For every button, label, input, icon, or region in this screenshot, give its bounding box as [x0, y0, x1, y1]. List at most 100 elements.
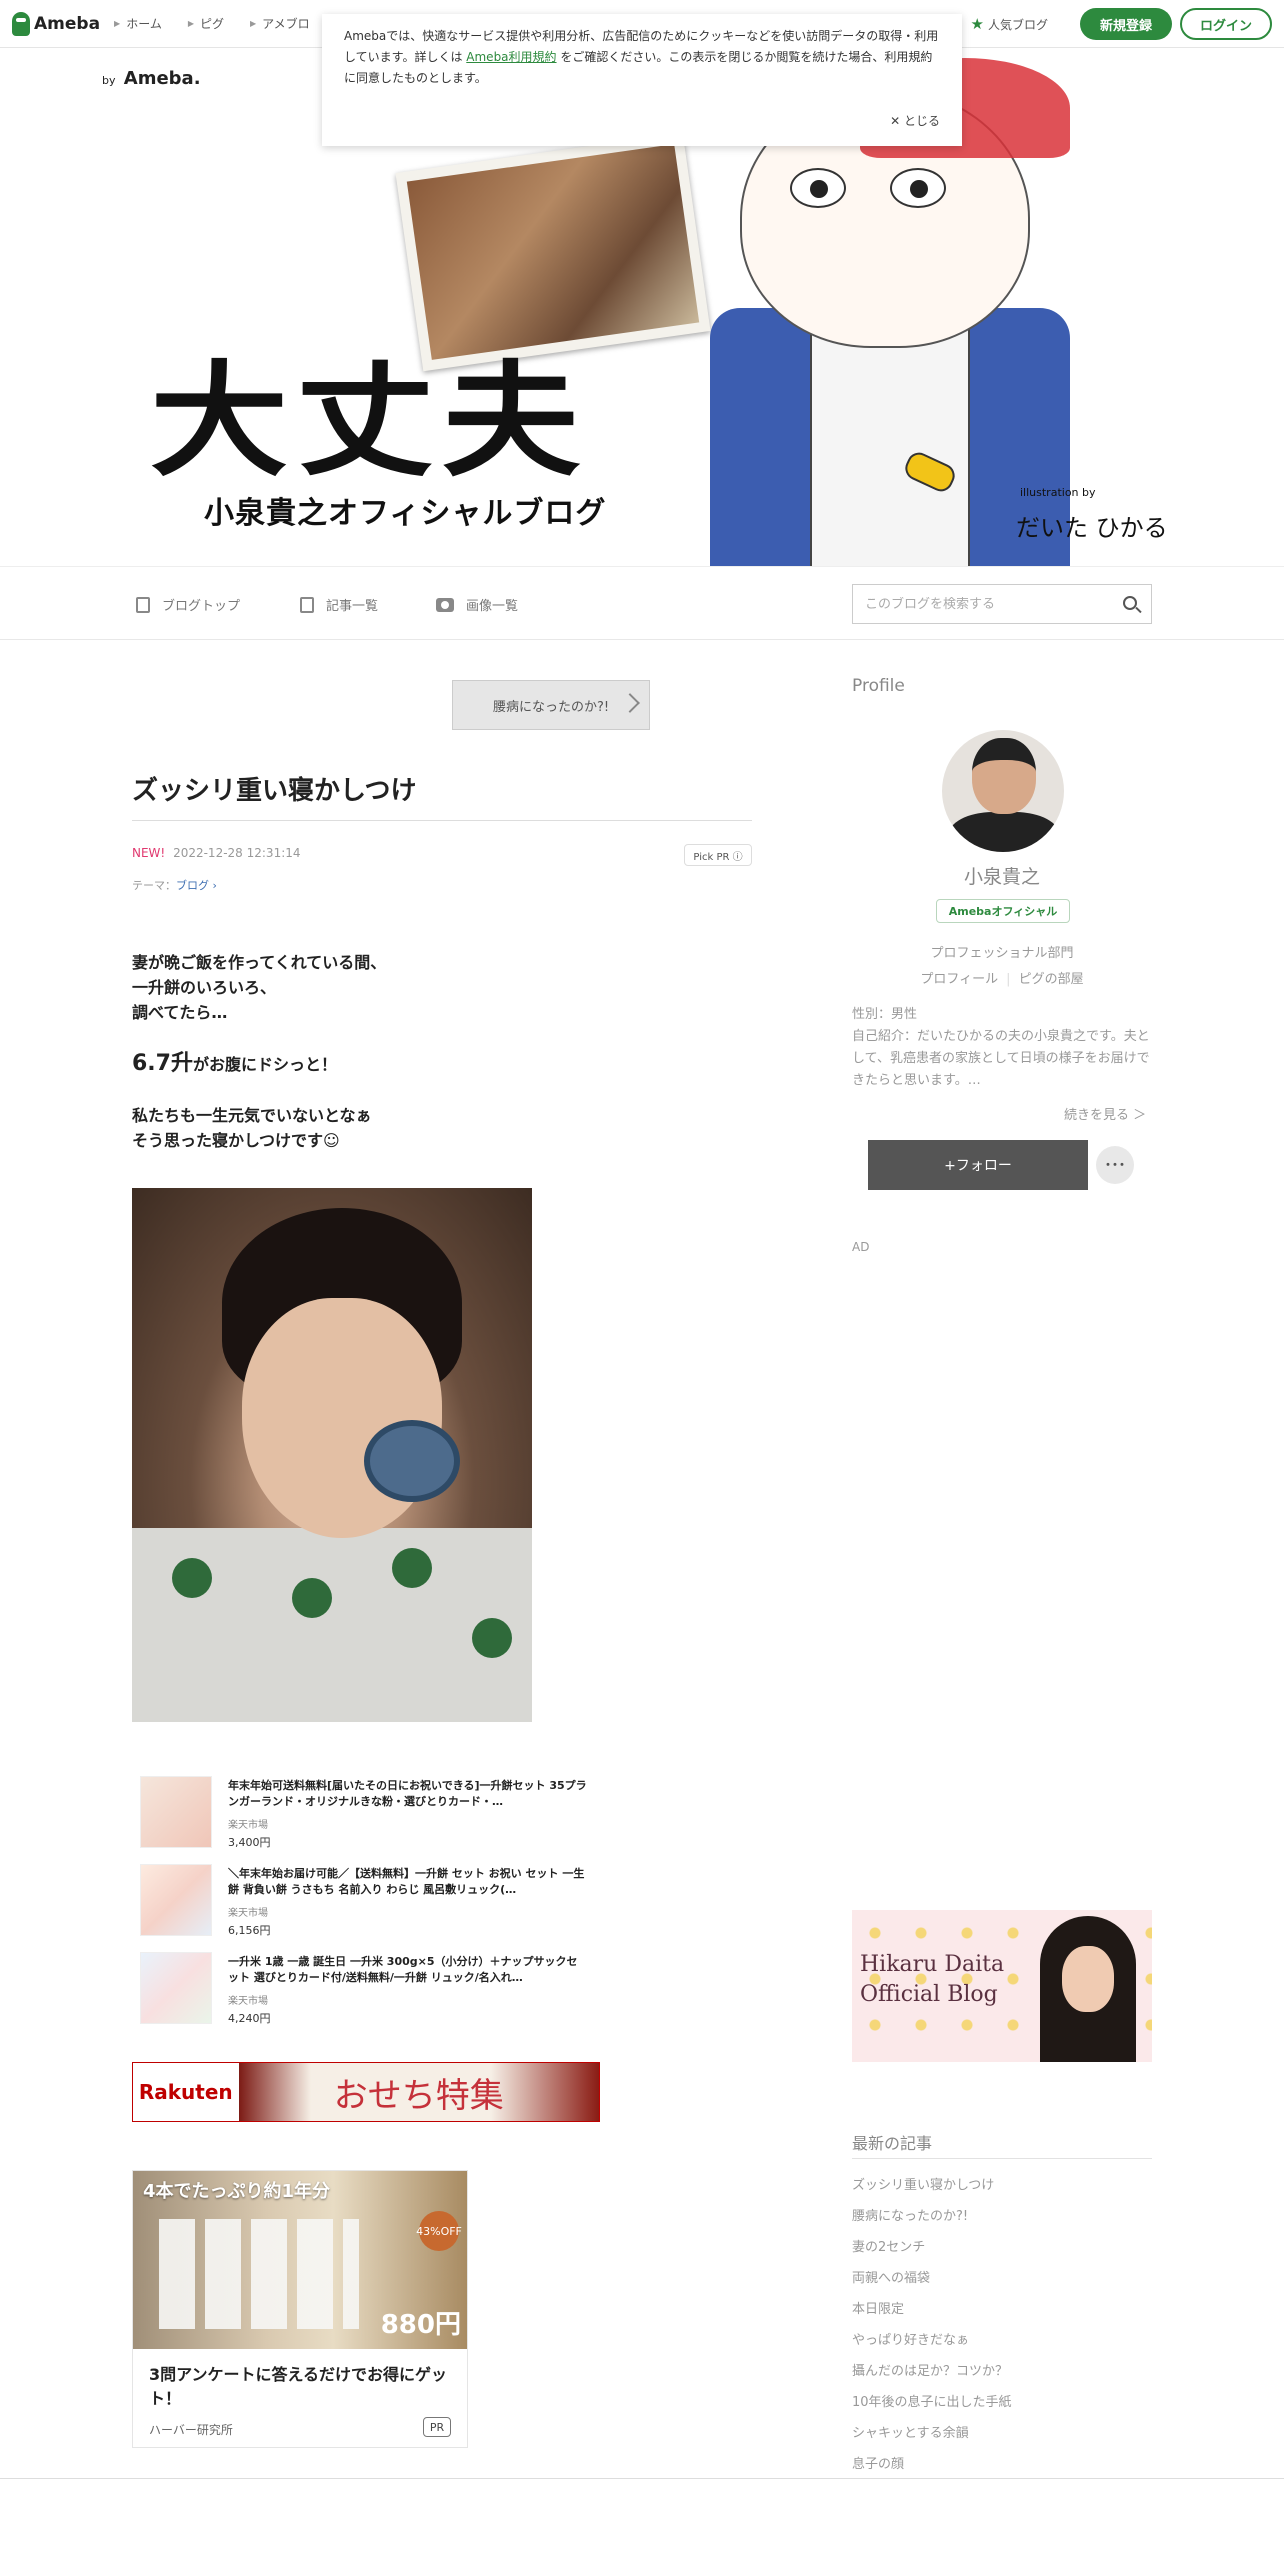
latest-entry-link[interactable]: 攝んだのは足か？コツか？ [852, 2356, 1152, 2387]
ad-image: 4本でたっぷり約1年分 43%OFF 880円 [133, 2171, 467, 2349]
latest-entries-list: ズッシリ重い寝かしつけ 腰病になったのか?! 妻の2センチ 両親への福袋 本日限… [852, 2170, 1152, 2480]
entry-list-link[interactable]: 記事一覧 [300, 595, 378, 614]
divider [132, 820, 752, 821]
latest-entry-link[interactable]: 息子の顔 [852, 2449, 1152, 2480]
chevron-right-icon [620, 693, 640, 713]
previous-entry-button[interactable]: 腰病になったのか?! [452, 680, 650, 730]
entry-title[interactable]: ズッシリ重い寝かしつけ [132, 770, 416, 807]
baby-photo[interactable] [132, 1188, 532, 1722]
nav-pigg-label: ピグ [200, 17, 225, 31]
nav-home[interactable]: ▶ ホーム [114, 15, 162, 32]
header-actions: ★ 人気ブログ 新規登録 ログイン [971, 8, 1272, 40]
hikaru-daita-blog-banner[interactable]: Hikaru Daita Official Blog [852, 1910, 1152, 2062]
product-thumbnail [140, 1952, 212, 2024]
search-icon[interactable] [1123, 596, 1137, 610]
profile-link[interactable]: プロフィール [920, 972, 998, 987]
profile-gender: 性別：男性 [852, 1007, 918, 1022]
profile-links: プロフィール | ピグの部屋 [920, 972, 1084, 987]
theme-link[interactable]: ブログ › [176, 879, 217, 892]
blog-search [852, 584, 1152, 624]
image-list-link[interactable]: 画像一覧 [436, 595, 518, 614]
avatar[interactable] [942, 730, 1064, 852]
divider [852, 2158, 1152, 2159]
popular-label: 人気ブログ [987, 17, 1048, 32]
rakuten-osechi-banner[interactable]: Rakuten おせち特集 [132, 2062, 600, 2122]
close-icon: ✕ [890, 114, 904, 128]
triangle-icon: ▶ [114, 19, 121, 28]
cookie-close-button[interactable]: ✕ とじる [890, 111, 940, 132]
product-list: 年末年始可送料無料[届いたその日にお祝いできる]一升餅セット 35プランガーラン… [132, 1770, 592, 2034]
latest-entry-link[interactable]: やっぱり好きだなぁ [852, 2325, 1152, 2356]
crown-icon: ★ [970, 15, 984, 33]
nav-ameblo[interactable]: ▶ アメブロ [250, 15, 310, 32]
latest-entry-link[interactable]: 10年後の息子に出した手紙 [852, 2387, 1152, 2418]
blog-top-label: ブログトップ [162, 599, 241, 614]
latest-entry-link[interactable]: 本日限定 [852, 2294, 1152, 2325]
product-price: 4,240円 [228, 2012, 271, 2025]
text-line: そう思った寝かしつけです☺ [132, 1131, 340, 1150]
blog-top-link[interactable]: ブログトップ [136, 595, 240, 614]
blog-search-input[interactable] [853, 596, 1103, 612]
latest-entry-link[interactable]: 妻の2センチ [852, 2232, 1152, 2263]
product-price: 6,156円 [228, 1924, 271, 1937]
by-label: by [102, 74, 116, 87]
text-line: 一升餅のいろいろ、 [132, 978, 277, 997]
terms-link[interactable]: Ameba利用規約 [466, 50, 556, 64]
paragraph: 6.7升がお腹にドシっと！ [132, 1051, 752, 1077]
latest-entry-link[interactable]: シャキッとする余韻 [852, 2418, 1152, 2449]
discount-badge: 43%OFF [416, 2211, 462, 2251]
hikaru-banner-line-1: Hikaru Daita [860, 1952, 1005, 1977]
illustration-credit: illustration by [1020, 486, 1096, 499]
profile-department[interactable]: プロフェッショナル部門 [852, 942, 1152, 961]
ad-text: 3問アンケートに答えるだけでお得にゲット！ [149, 2365, 448, 2408]
profile-info: 性別：男性 自己紹介：だいたひかるの夫の小泉貴之です。夫として、乳癌患者の家族と… [852, 1004, 1152, 1092]
entry-meta: NEW! 2022-12-28 12:31:14 [132, 846, 301, 860]
register-button[interactable]: 新規登録 [1080, 8, 1172, 40]
ameba-mascot-icon [12, 11, 30, 36]
official-badge: Amebaオフィシャル [936, 899, 1070, 923]
by-ameba-logo: by Ameba. [102, 68, 201, 89]
popular-blogs-link[interactable]: ★ 人気ブログ [971, 15, 1048, 33]
blog-nav: ブログトップ 記事一覧 画像一覧 [0, 566, 1284, 640]
footer-divider [0, 2478, 1284, 2479]
cookie-notice: Amebaでは、快適なサービス提供や利用分析、広告配信のためにクッキーなどを使い… [322, 14, 962, 146]
theme-label: テーマ： [132, 879, 176, 892]
profile-name[interactable]: 小泉貴之 [852, 862, 1152, 889]
latest-entry-link[interactable]: ズッシリ重い寝かしつけ [852, 2170, 1152, 2201]
ameba-logo[interactable]: Ameba [12, 11, 100, 36]
ad-sponsor: ハーバー研究所 [149, 2423, 233, 2437]
product-shop: 楽天市場 [228, 1996, 268, 2007]
nav-pigg[interactable]: ▶ ピグ [188, 15, 224, 32]
emphasis-text: 6.7升 [132, 1051, 193, 1076]
product-item[interactable]: 一升米 1歳 一歳 誕生日 一升米 300g×5（小分け）＋ナップサックセット … [132, 1946, 592, 2034]
latest-entry-link[interactable]: 両親への福袋 [852, 2263, 1152, 2294]
latest-entry-link[interactable]: 腰病になったのか?! [852, 2201, 1152, 2232]
text-line: 私たちも一生元気でいないとなぁ [132, 1106, 372, 1125]
product-thumbnail [140, 1776, 212, 1848]
read-more-link[interactable]: 続きを見る ＞ [1064, 1104, 1146, 1123]
follow-button[interactable]: +フォロー [868, 1140, 1088, 1190]
sponsored-ad-card[interactable]: 4本でたっぷり約1年分 43%OFF 880円 3問アンケートに答えるだけでお得… [132, 2170, 468, 2448]
product-item[interactable]: ＼年末年始お届け可能／【送料無料】一升餅 セット お祝い セット 一生餅 背負い… [132, 1858, 592, 1946]
copy-icon [300, 596, 314, 613]
pigg-room-link[interactable]: ピグの部屋 [1019, 972, 1084, 987]
camera-icon [436, 597, 454, 612]
text-line: 調べてたら… [132, 1003, 228, 1022]
image-list-label: 画像一覧 [466, 599, 519, 614]
profile-heading: Profile [852, 676, 905, 696]
pr-badge: PR [423, 2417, 451, 2437]
entry-theme: テーマ：ブログ › [132, 877, 217, 893]
theme-link-label: ブログ [176, 879, 209, 892]
pick-pr-button[interactable]: Pick PR ⓘ [684, 844, 752, 866]
latest-entries-heading: 最新の記事 [852, 2134, 933, 2153]
global-nav: ▶ ホーム ▶ ピグ ▶ アメブロ [114, 15, 336, 32]
nav-home-label: ホーム [126, 17, 162, 31]
login-button[interactable]: ログイン [1180, 8, 1272, 40]
product-item[interactable]: 年末年始可送料無料[届いたその日にお祝いできる]一升餅セット 35プランガーラン… [132, 1770, 592, 1858]
text-line: がお腹にドシっと！ [192, 1055, 337, 1074]
text-line: 妻が晩ご飯を作ってくれている間、 [132, 953, 387, 972]
ad-label: AD [852, 1240, 870, 1254]
entry-list-label: 記事一覧 [326, 599, 379, 614]
ad-price: 880円 [380, 2310, 461, 2340]
more-options-button[interactable]: ･･･ [1096, 1146, 1134, 1184]
